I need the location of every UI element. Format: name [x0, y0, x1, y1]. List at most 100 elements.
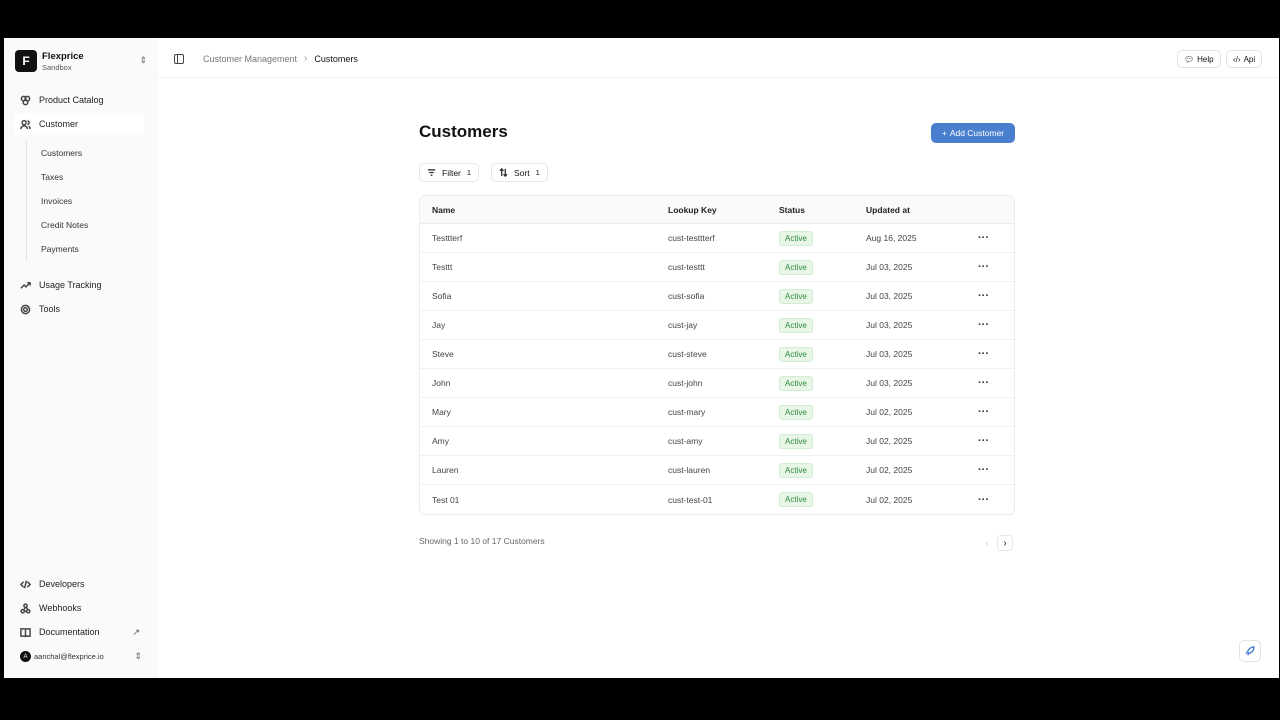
customer-subnav: Customers Taxes Invoices Credit Notes Pa…: [26, 141, 136, 261]
table-row[interactable]: John cust-john Active Jul 03, 2025 ···: [420, 369, 1014, 398]
external-link-icon: ↗: [132, 626, 140, 637]
status-badge: Active: [779, 375, 813, 391]
sidebar-toggle-icon[interactable]: [174, 54, 184, 64]
workspace-switcher[interactable]: F Flexprice Sandbox ⇕: [15, 50, 147, 72]
top-bar: Customer Management › Customers 💬︎ Help …: [158, 38, 1279, 78]
status-badge: Active: [779, 230, 813, 246]
sidebar-item-label: Tools: [39, 304, 61, 314]
table-row[interactable]: Testtterf cust-testtterf Active Aug 16, 202…: [420, 224, 1014, 253]
updated-at: Jul 03, 2025: [866, 349, 913, 359]
row-actions-icon[interactable]: ···: [978, 253, 989, 281]
updated-at: Jul 02, 2025: [866, 407, 913, 417]
status-badge: Active: [779, 317, 813, 333]
chevron-updown-icon: ⇕: [139, 55, 147, 65]
table-row[interactable]: Testtt cust-testtt Active Jul 03, 2025 ···: [420, 253, 1014, 282]
status-cell: Active: [779, 311, 813, 339]
lookup-key: cust-amy: [668, 436, 703, 446]
status-badge: Active: [779, 492, 813, 507]
row-actions-icon[interactable]: ···: [978, 224, 989, 252]
code-icon: [20, 580, 31, 588]
subnav-item-payments[interactable]: Payments: [27, 237, 136, 261]
avatar: A: [20, 651, 31, 662]
filter-count: 1: [466, 168, 472, 177]
row-actions-icon[interactable]: ···: [978, 427, 989, 455]
page-title: Customers: [419, 122, 508, 141]
brand-logo: F: [15, 50, 37, 72]
table-row[interactable]: Mary cust-mary Active Jul 02, 2025 ···: [420, 398, 1014, 427]
catalog-icon: [20, 95, 31, 105]
help-button[interactable]: 💬︎ Help: [1177, 50, 1221, 68]
chat-icon: 💬︎: [1184, 54, 1195, 64]
help-label: Help: [1197, 54, 1214, 64]
sidebar-item-usage-tracking[interactable]: Usage Tracking: [14, 274, 144, 296]
sidebar-item-documentation[interactable]: Documentation ↗: [14, 621, 144, 643]
lookup-key: cust-testtt: [668, 262, 705, 272]
status-cell: Active: [779, 224, 813, 252]
pagination-summary: Showing 1 to 10 of 17 Customers: [419, 536, 545, 546]
status-cell: Active: [779, 456, 813, 484]
api-button[interactable]: ‹/› Api: [1226, 50, 1263, 68]
customer-name: Steve: [432, 349, 454, 359]
subnav-item-customers[interactable]: Customers: [27, 141, 136, 165]
sidebar-item-tools[interactable]: Tools: [14, 298, 144, 320]
sidebar-item-label: Developers: [39, 579, 85, 589]
updated-at: Jul 03, 2025: [866, 378, 913, 388]
filter-button[interactable]: Filter 1: [419, 163, 480, 182]
customer-name: Lauren: [432, 465, 459, 475]
table-header: Name Lookup Key Status Updated at: [420, 196, 1014, 224]
api-label: Api: [1243, 54, 1256, 64]
sidebar: F Flexprice Sandbox ⇕ Product Catalog Cu…: [4, 38, 158, 678]
user-menu[interactable]: A aanchal@flexprice.io ⇕: [20, 651, 142, 662]
row-actions-icon[interactable]: ···: [978, 340, 989, 368]
row-actions-icon[interactable]: ···: [978, 311, 989, 339]
lookup-key: cust-testtterf: [668, 233, 715, 243]
status-cell: Active: [779, 253, 813, 281]
table-body: Testtterf cust-testtterf Active Aug 16, 202…: [420, 224, 1014, 514]
sidebar-item-label: Usage Tracking: [39, 280, 102, 290]
sidebar-item-webhooks[interactable]: Webhooks: [14, 597, 144, 619]
header-status: Status: [779, 204, 805, 215]
sort-button[interactable]: Sort 1: [491, 163, 548, 182]
breadcrumb-parent[interactable]: Customer Management: [203, 54, 297, 64]
environment-label: Sandbox: [42, 62, 72, 72]
sidebar-item-label: Customer: [39, 119, 79, 129]
status-cell: Active: [779, 282, 813, 310]
sidebar-item-label: Product Catalog: [39, 95, 104, 105]
sidebar-item-product-catalog[interactable]: Product Catalog: [14, 89, 144, 111]
add-customer-button[interactable]: + Add Customer: [931, 123, 1015, 143]
trending-up-icon: [20, 281, 31, 289]
filter-label: Filter: [442, 167, 461, 178]
updated-at: Jul 02, 2025: [866, 436, 913, 446]
subnav-item-credit-notes[interactable]: Credit Notes: [27, 213, 136, 237]
sidebar-item-developers[interactable]: Developers: [14, 573, 144, 595]
row-actions-icon[interactable]: ···: [978, 398, 989, 426]
subnav-item-taxes[interactable]: Taxes: [27, 165, 136, 189]
row-actions-icon[interactable]: ···: [978, 456, 989, 484]
table-row[interactable]: Test 01 cust-test-01 Active Jul 02, 2025 ···: [420, 485, 1014, 514]
status-badge: Active: [779, 259, 813, 275]
gear-icon: [20, 304, 31, 314]
row-actions-icon[interactable]: ···: [978, 485, 989, 514]
breadcrumb: Customer Management › Customers: [203, 53, 358, 64]
header-name: Name: [432, 204, 456, 215]
subnav-item-invoices[interactable]: Invoices: [27, 189, 136, 213]
updated-at: Jul 03, 2025: [866, 262, 913, 272]
table-row[interactable]: Lauren cust-lauren Active Jul 02, 2025 ···: [420, 456, 1014, 485]
status-cell: Active: [779, 427, 813, 455]
book-icon: [20, 627, 31, 637]
table-row[interactable]: Steve cust-steve Active Jul 03, 2025 ···: [420, 340, 1014, 369]
previous-page-button[interactable]: ‹: [979, 535, 995, 551]
code-icon: ‹/›: [1233, 54, 1241, 64]
row-actions-icon[interactable]: ···: [978, 369, 989, 397]
customer-name: Mary: [432, 407, 451, 417]
customer-name: Testtt: [432, 262, 453, 272]
row-actions-icon[interactable]: ···: [978, 282, 989, 310]
next-page-button[interactable]: ›: [997, 535, 1013, 551]
table-row[interactable]: Amy cust-amy Active Jul 02, 2025 ···: [420, 427, 1014, 456]
sidebar-item-label: Webhooks: [39, 603, 82, 613]
table-row[interactable]: Jay cust-jay Active Jul 03, 2025 ···: [420, 311, 1014, 340]
table-row[interactable]: Sofia cust-sofia Active Jul 03, 2025 ···: [420, 282, 1014, 311]
sidebar-item-customer[interactable]: Customer: [14, 113, 144, 135]
status-cell: Active: [779, 485, 813, 514]
rocket-button[interactable]: [1239, 640, 1261, 662]
